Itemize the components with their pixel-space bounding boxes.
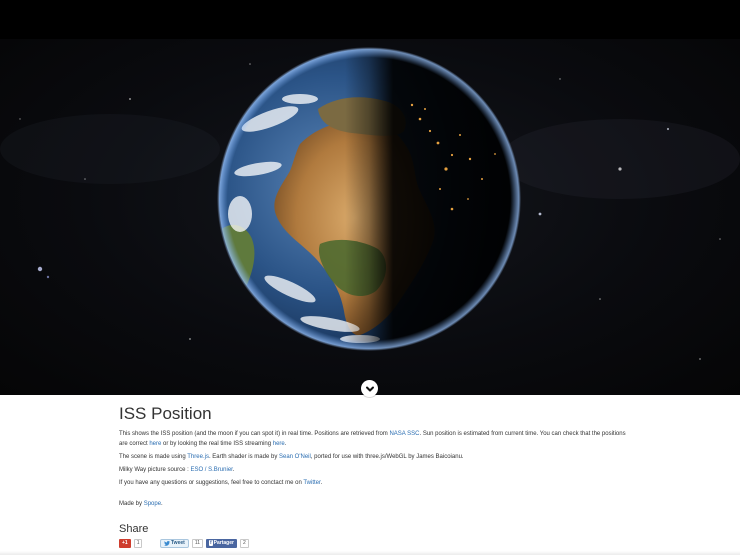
chevron-down-icon: [365, 386, 374, 391]
atmosphere-glow: [217, 47, 521, 351]
author-link[interactable]: Spope: [144, 501, 161, 507]
share-heading: Share: [119, 522, 149, 535]
google-plus-button[interactable]: +1 1: [119, 538, 143, 548]
milky-way-source-paragraph: Milky Way picture source : ESO / S.Bruni…: [119, 466, 235, 473]
twitter-link[interactable]: Twitter: [303, 480, 320, 486]
facebook-count: 2: [239, 538, 249, 548]
page-title: ISS Position: [119, 404, 212, 423]
bottom-edge-shadow: [0, 551, 740, 555]
positions-check-link[interactable]: here: [149, 441, 161, 447]
info-content: ISS Position This shows the ISS position…: [119, 402, 629, 551]
iss-streaming-link[interactable]: here: [273, 441, 285, 447]
nasa-ssc-link[interactable]: NASA SSC: [389, 431, 419, 437]
intro-paragraph: This shows the ISS position (and the moo…: [119, 431, 626, 447]
google-plus-label: +1: [119, 538, 131, 548]
facebook-share-button[interactable]: f Partager 2: [206, 538, 249, 548]
scene-credits-paragraph: The scene is made using Three.js. Earth …: [119, 453, 464, 460]
eso-brunier-link[interactable]: ESO / S.Brunier: [190, 467, 232, 473]
sean-oneil-link[interactable]: Sean O'Neil: [279, 454, 311, 460]
twitter-bird-icon: [164, 540, 170, 546]
made-by-paragraph: Made by Spope.: [119, 501, 163, 507]
share-buttons: +1 1 Tweet 11 f Partager 2: [119, 538, 629, 551]
facebook-f-icon: f: [209, 540, 213, 546]
google-plus-count: 1: [133, 538, 143, 548]
contact-paragraph: If you have any questions or suggestions…: [119, 479, 323, 486]
threejs-link[interactable]: Three.js: [187, 454, 209, 460]
tweet-count: 11: [191, 538, 204, 548]
earth-render: [0, 47, 740, 360]
earth-globe-view[interactable]: [0, 39, 740, 395]
facebook-label: Partager: [213, 539, 234, 546]
top-black-band: [0, 0, 740, 39]
tweet-label: Tweet: [171, 539, 185, 546]
scroll-down-button[interactable]: [361, 380, 378, 397]
tweet-button[interactable]: Tweet 11: [160, 538, 204, 548]
